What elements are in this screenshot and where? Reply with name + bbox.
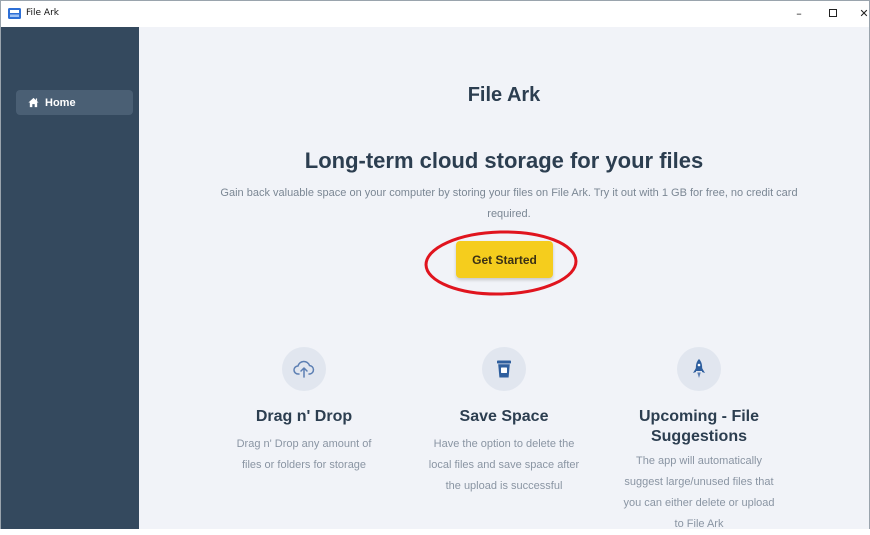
maximize-icon: [829, 9, 837, 17]
sidebar-item-label: Home: [45, 96, 76, 109]
maximize-button[interactable]: [823, 5, 843, 23]
feature-icon-container: [482, 347, 526, 391]
feature-title: Drag n' Drop: [255, 408, 353, 425]
feature-icon-container: [677, 347, 721, 391]
subtitle-text: Gain back valuable space on your compute…: [220, 187, 798, 220]
feature-upcoming-file-suggestions: Upcoming - File Suggestions The app will…: [599, 347, 799, 535]
app-window: File Ark – ✕ Home File Ark Long-term clo…: [0, 0, 870, 530]
window-title: File Ark: [26, 8, 59, 18]
main-content: File Ark Long-term cloud storage for you…: [139, 27, 869, 530]
feature-description: The app will automatically suggest large…: [623, 455, 775, 530]
feature-drag-n-drop: Drag n' Drop Drag n' Drop any amount of …: [204, 347, 404, 476]
title-bar[interactable]: File Ark – ✕: [1, 1, 869, 27]
feature-title: Save Space: [459, 408, 549, 425]
highlight-annotation-ring: [424, 230, 578, 296]
page-title: File Ark: [467, 84, 541, 106]
feature-description: Have the option to delete the local file…: [428, 438, 580, 492]
sidebar-item-home[interactable]: Home: [16, 90, 133, 115]
cloud-upload-icon: [293, 360, 315, 378]
feature-icon-container: [282, 347, 326, 391]
minimize-button[interactable]: –: [789, 5, 809, 23]
close-button[interactable]: ✕: [854, 5, 870, 23]
headline: Long-term cloud storage for your files: [304, 148, 704, 173]
feature-description: Drag n' Drop any amount of files or fold…: [236, 438, 372, 471]
feature-title: Upcoming - File Suggestions: [639, 408, 759, 445]
feature-save-space: Save Space Have the option to delete the…: [404, 347, 604, 497]
file-ark-logo-icon: [8, 8, 21, 19]
home-icon: [28, 97, 39, 108]
rocket-icon: [693, 359, 705, 378]
sidebar: Home: [1, 27, 139, 529]
trash-can-icon: [497, 360, 511, 378]
